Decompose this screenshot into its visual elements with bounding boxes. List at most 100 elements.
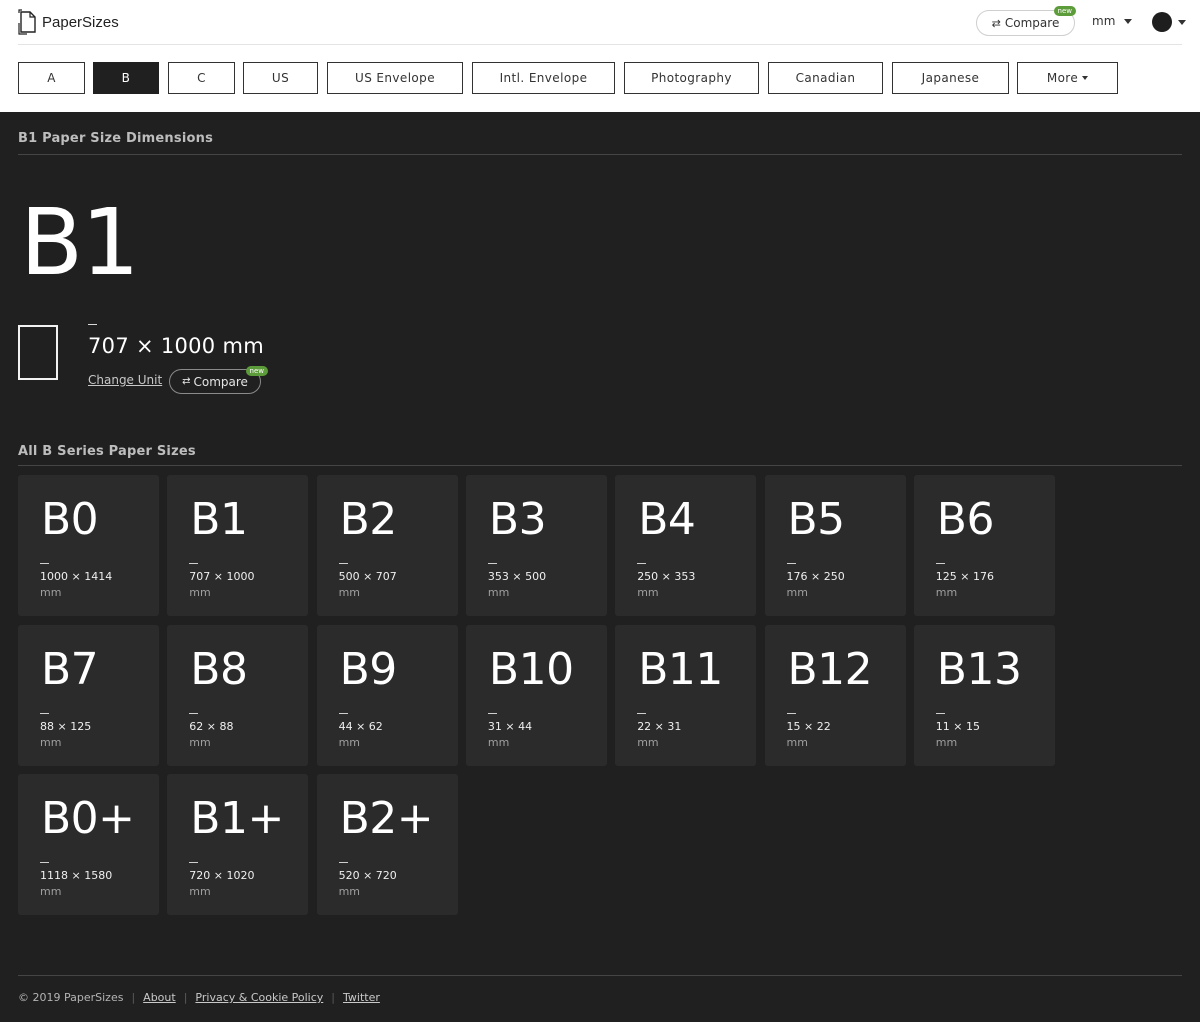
size-card-name: B10 — [488, 643, 574, 695]
size-card[interactable]: B2+ 520 × 720 mm — [316, 774, 458, 915]
size-card-dash — [935, 563, 945, 564]
size-card-dash — [487, 563, 497, 564]
size-card[interactable]: B12 15 × 22 mm — [764, 624, 906, 766]
series-heading: All B Series Paper Sizes — [18, 444, 196, 459]
header-divider — [18, 44, 1182, 45]
selected-size-name: B1 — [20, 189, 140, 296]
size-card-dash — [189, 563, 199, 564]
size-card-unit: mm — [338, 735, 361, 749]
size-card[interactable]: B1 707 × 1000 mm — [167, 475, 309, 616]
size-card-unit: mm — [637, 735, 659, 749]
detail-compare-label: Compare — [193, 374, 248, 389]
series-heading-rule — [18, 465, 1182, 466]
size-card-dash — [40, 862, 49, 863]
unit-dropdown[interactable]: mm — [1092, 14, 1133, 28]
size-card-name: B8 — [190, 643, 248, 695]
size-card-dash — [189, 862, 199, 863]
size-card-dimensions: 520 × 720 — [338, 869, 397, 882]
header-compare-button[interactable]: ⇄ Compare new — [976, 6, 1076, 36]
tab-label: US Envelope — [355, 71, 435, 85]
footer-rule — [18, 975, 1182, 976]
tab-a[interactable]: A — [18, 62, 85, 94]
tab-photography[interactable]: Photography — [624, 62, 759, 94]
tab-canadian[interactable]: Canadian — [768, 62, 883, 94]
tab-label: US — [271, 71, 290, 85]
size-card-dash — [637, 563, 647, 564]
size-card-name: B12 — [787, 643, 873, 695]
tab-label: Intl. Envelope — [499, 71, 588, 85]
size-card[interactable]: B4 250 × 353 mm — [615, 475, 757, 616]
tab-label: C — [197, 71, 206, 85]
size-card-dash — [40, 563, 49, 564]
tab-label: Japanese — [921, 71, 980, 85]
size-card[interactable]: B5 176 × 250 mm — [764, 475, 906, 616]
size-card-dimensions: 11 × 15 — [935, 719, 981, 733]
caret-down-icon — [1082, 76, 1089, 80]
size-card-dimensions: 15 × 22 — [786, 719, 831, 733]
size-card-name: B5 — [787, 494, 846, 545]
size-card[interactable]: B7 88 × 125 mm — [18, 624, 159, 766]
size-card-name: B9 — [339, 643, 398, 695]
caret-down-icon — [1124, 18, 1133, 24]
twitter-link[interactable]: Twitter — [343, 991, 380, 1004]
size-card-unit: mm — [189, 586, 211, 599]
brand-link[interactable]: PaperSizes — [18, 9, 119, 35]
top-header: PaperSizes ⇄ Compare new mm A B C US US … — [0, 0, 1200, 112]
change-unit-link[interactable]: Change Unit — [88, 373, 162, 387]
size-card[interactable]: B8 62 × 88 mm — [167, 624, 309, 766]
caret-down-icon — [1178, 19, 1186, 25]
size-card[interactable]: B0+ 1118 × 1580 mm — [18, 774, 159, 915]
size-card-dash — [338, 563, 348, 564]
tab-japanese[interactable]: Japanese — [892, 62, 1009, 94]
tab-c[interactable]: C — [168, 62, 235, 94]
size-card-unit: mm — [40, 735, 62, 749]
size-card[interactable]: B6 125 × 176 mm — [913, 475, 1055, 616]
tab-label: Photography — [651, 71, 732, 85]
theme-dropdown[interactable] — [1152, 12, 1186, 32]
tab-us[interactable]: US — [243, 62, 318, 94]
size-card-unit: mm — [637, 586, 659, 599]
size-card-dimensions: 125 × 176 — [935, 570, 994, 583]
privacy-link[interactable]: Privacy & Cookie Policy — [195, 991, 323, 1004]
tab-label: A — [47, 71, 56, 85]
tab-more[interactable]: More — [1017, 62, 1118, 94]
size-card-name: B2 — [339, 494, 398, 545]
size-card[interactable]: B11 22 × 31 mm — [615, 624, 757, 766]
size-card[interactable]: B10 31 × 44 mm — [465, 624, 607, 766]
size-card[interactable]: B9 44 × 62 mm — [316, 624, 458, 766]
size-card-dimensions: 31 × 44 — [487, 719, 533, 733]
tab-us-envelope[interactable]: US Envelope — [327, 62, 463, 94]
tab-b[interactable]: B — [93, 62, 159, 94]
new-badge: new — [245, 366, 268, 376]
size-card-dash — [935, 712, 945, 714]
about-link[interactable]: About — [143, 991, 176, 1004]
size-card-unit: mm — [338, 586, 361, 599]
size-card-dimensions: 720 × 1020 — [189, 869, 255, 882]
tab-intl-envelope[interactable]: Intl. Envelope — [472, 62, 615, 94]
size-card-name: B4 — [638, 494, 696, 545]
size-card-unit: mm — [935, 586, 958, 599]
size-card-dimensions: 353 × 500 — [487, 570, 547, 583]
size-card-name: B2+ — [339, 793, 434, 844]
header-compare-label: Compare — [1004, 16, 1060, 30]
size-card-dash — [338, 862, 348, 863]
tab-label: Canadian — [795, 71, 856, 85]
size-card[interactable]: B13 11 × 15 mm — [913, 624, 1055, 766]
detail-compare-button[interactable]: ⇄ Compare new — [169, 366, 268, 394]
size-card[interactable]: B3 353 × 500 mm — [465, 475, 607, 616]
unit-dropdown-value: mm — [1092, 14, 1116, 28]
size-card-dash — [40, 712, 49, 714]
size-card-dimensions: 22 × 31 — [637, 719, 682, 733]
size-card-dimensions: 1000 × 1414 — [40, 570, 113, 583]
size-card-name: B13 — [936, 643, 1022, 695]
size-card-unit: mm — [40, 885, 62, 898]
dimension-dash — [88, 324, 97, 325]
swap-arrows-icon: ⇄ — [991, 16, 1001, 30]
size-card-unit: mm — [935, 735, 958, 749]
size-card-name: B11 — [638, 643, 723, 695]
paper-outline-icon — [18, 325, 58, 380]
size-card[interactable]: B2 500 × 707 mm — [316, 475, 458, 616]
size-card-dash — [786, 712, 796, 714]
size-card[interactable]: B0 1000 × 1414 mm — [18, 475, 159, 616]
size-card[interactable]: B1+ 720 × 1020 mm — [167, 774, 309, 915]
